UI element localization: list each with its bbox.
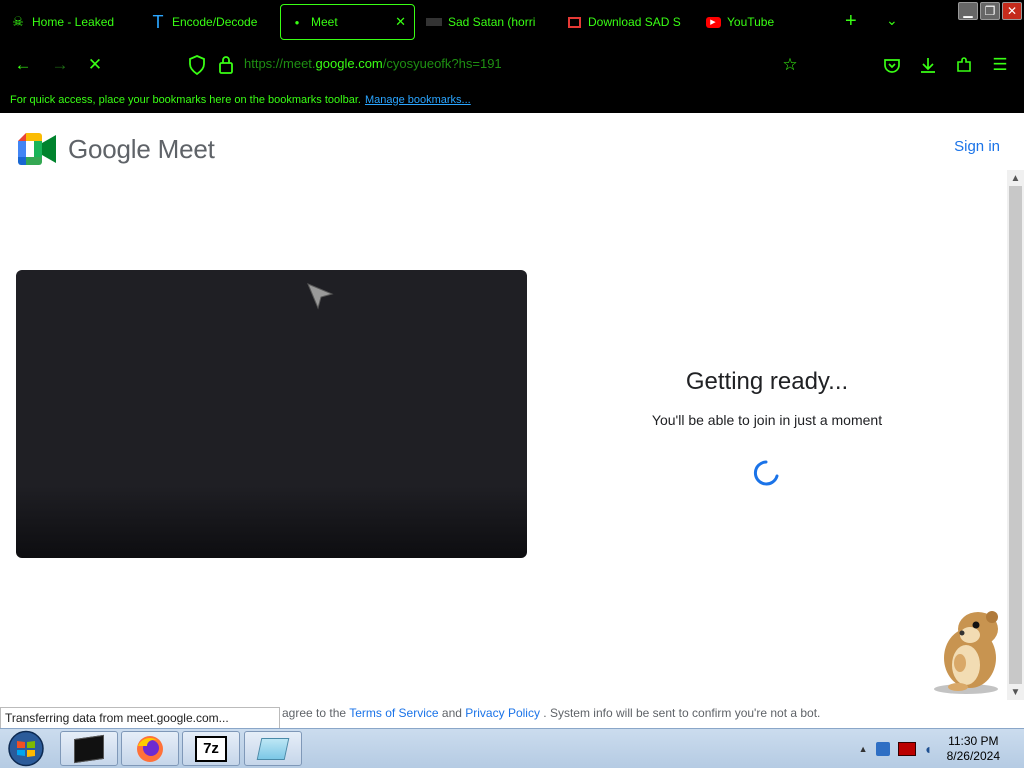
status-bar: Transferring data from meet.google.com..…	[0, 707, 280, 729]
footer-suffix: . System info will be sent to confirm yo…	[543, 706, 821, 720]
scroll-up-icon[interactable]: ▲	[1007, 170, 1024, 186]
tab-label: Download SAD S	[588, 15, 681, 29]
privacy-policy-link[interactable]: Privacy Policy	[465, 706, 540, 720]
meet-camera-icon	[18, 133, 56, 165]
youtube-icon: ▶	[705, 14, 721, 30]
firefox-icon	[137, 735, 163, 762]
tab-download-sad[interactable]: Download SAD S	[566, 4, 686, 40]
tab-encode-decode[interactable]: T Encode/Decode	[150, 4, 270, 40]
download-site-icon	[566, 14, 582, 30]
security-tray-icon[interactable]	[875, 742, 890, 756]
video-preview	[16, 270, 527, 558]
clock-date: 8/26/2024	[946, 749, 1000, 763]
tab-bar: ☠ Home - Leaked T Encode/Decode ● Meet ✕…	[0, 0, 1024, 44]
forward-icon[interactable]: →	[45, 44, 75, 86]
terminal-icon	[74, 734, 104, 763]
tab-sad-satan[interactable]: Sad Satan (horri	[426, 4, 544, 40]
consent-footer: agree to the Terms of Service and Privac…	[282, 706, 820, 720]
clock-time: 11:30 PM	[948, 734, 999, 748]
volume-icon[interactable]: ◖	[924, 741, 932, 757]
bookmark-star-icon[interactable]: ☆	[775, 44, 805, 86]
tab-youtube[interactable]: ▶ YouTube	[705, 4, 805, 40]
google-meet-logo[interactable]: Google Meet	[18, 133, 215, 165]
loading-spinner-icon	[752, 459, 780, 487]
taskbar-7zip[interactable]: 7z	[182, 731, 240, 766]
notepad-icon	[256, 737, 290, 760]
close-icon[interactable]: ✕	[1002, 2, 1022, 20]
shield-icon[interactable]	[188, 55, 206, 80]
taskbar-firefox[interactable]	[121, 731, 179, 766]
t-letter-icon: T	[152, 11, 164, 32]
tab-label: YouTube	[727, 15, 775, 29]
terms-of-service-link[interactable]: Terms of Service	[349, 706, 438, 720]
lock-icon[interactable]	[218, 55, 234, 80]
bookmarks-hint: For quick access, place your bookmarks h…	[10, 93, 361, 106]
manage-bookmarks-link[interactable]: Manage bookmarks...	[365, 94, 471, 106]
black-bar-icon	[426, 14, 442, 30]
getting-ready-subtitle: You'll be able to join in just a moment	[651, 412, 883, 428]
back-icon[interactable]: ←	[8, 44, 38, 86]
system-clock[interactable]: 11:30 PM 8/26/2024	[947, 734, 1000, 764]
getting-ready-heading: Getting ready...	[685, 368, 849, 395]
url-bar[interactable]: https://meet.google.com/cyosyueofk?hs=19…	[244, 56, 502, 71]
logo-wordmark: Google Meet	[68, 133, 215, 164]
taskbar-terminal[interactable]	[60, 731, 118, 766]
bookmarks-toolbar: For quick access, place your bookmarks h…	[0, 86, 1024, 113]
url-path: /cyosyueofk?hs=191	[382, 56, 502, 71]
system-tray: ▲ ◖	[859, 741, 932, 757]
tab-label: Meet	[311, 15, 338, 29]
minimize-icon[interactable]: ▁	[958, 2, 978, 20]
extensions-icon[interactable]	[949, 44, 979, 86]
tab-label: Home - Leaked	[32, 15, 115, 29]
skull-icon: ☠	[12, 14, 24, 29]
new-tab-icon[interactable]: +	[845, 10, 857, 33]
mouse-pointer-icon	[306, 282, 334, 315]
close-tab-icon[interactable]: ✕	[395, 14, 406, 30]
downloads-icon[interactable]	[913, 44, 943, 86]
footer-and: and	[441, 706, 462, 720]
url-prefix: https://meet.	[244, 56, 316, 71]
taskbar-notepad[interactable]	[244, 731, 302, 766]
pocket-icon[interactable]	[877, 44, 907, 86]
tab-label: Sad Satan (horri	[448, 15, 536, 29]
page-content: Google Meet Sign in ▲ ▼ Getting ready...…	[0, 113, 1024, 728]
display-tray-icon[interactable]	[897, 742, 916, 756]
restore-icon[interactable]: ❐	[980, 2, 1000, 20]
start-orb-icon[interactable]	[6, 730, 46, 772]
window-controls: ▁ ❐ ✕	[958, 2, 1022, 20]
tab-home-leaked[interactable]: ☠ Home - Leaked	[10, 4, 128, 40]
navigation-bar: ← → ✕ https://meet.google.com/cyosyueofk…	[0, 44, 1024, 86]
stop-loading-icon[interactable]: ✕	[80, 44, 110, 86]
list-tabs-icon[interactable]: ⌄	[886, 12, 898, 29]
dot-icon: ●	[294, 17, 300, 27]
url-domain: google.com	[315, 56, 383, 71]
tab-label: Encode/Decode	[172, 15, 258, 29]
menu-icon[interactable]: ☰	[985, 44, 1015, 86]
footer-prefix: agree to the	[282, 706, 347, 720]
taskbar: 7z ▲ ◖ 11:30 PM 8/26/2024	[0, 728, 1024, 768]
tab-meet[interactable]: ● Meet ✕	[280, 4, 415, 40]
sign-in-link[interactable]: Sign in	[954, 138, 1000, 155]
hamster-mascot-icon	[918, 603, 1018, 700]
show-hidden-icons-icon[interactable]: ▲	[859, 744, 868, 754]
7zip-icon: 7z	[195, 735, 227, 762]
